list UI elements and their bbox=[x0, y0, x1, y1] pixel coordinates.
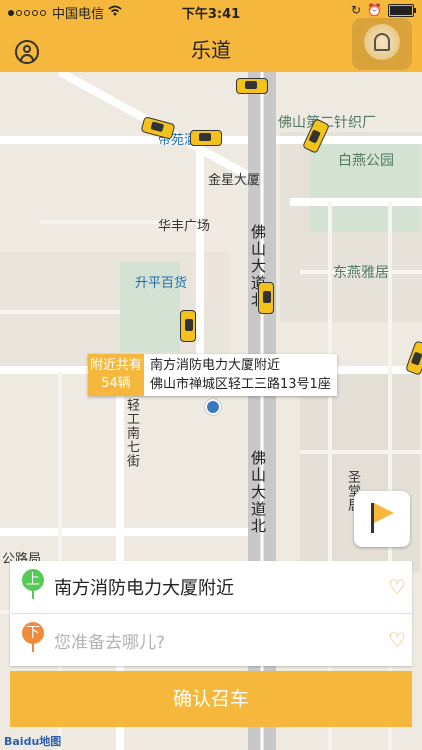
taxi-icon bbox=[258, 282, 274, 314]
pickup-field[interactable]: 上 南方消防电力大厦附近 ♡ bbox=[10, 561, 412, 613]
taxi-icon bbox=[190, 130, 222, 146]
nearby-count: 附近共有 54辆 bbox=[88, 354, 144, 396]
nearby-count-label: 附近共有 bbox=[89, 358, 142, 373]
user-icon[interactable] bbox=[15, 40, 39, 64]
bell-icon bbox=[374, 33, 390, 51]
heart-icon[interactable]: ♡ bbox=[388, 575, 406, 599]
location-address: 佛山市禅城区轻工三路13号1座 bbox=[150, 377, 331, 392]
baidu-map-logo: Baidu地图 bbox=[4, 735, 62, 748]
notification-button[interactable] bbox=[352, 18, 412, 70]
heart-icon[interactable]: ♡ bbox=[388, 628, 406, 652]
pickup-marker-icon: 上 bbox=[22, 569, 44, 599]
location-pin-icon bbox=[205, 399, 221, 415]
nearby-callout[interactable]: 附近共有 54辆 南方消防电力大厦附近 佛山市禅城区轻工三路13号1座 bbox=[88, 354, 337, 396]
taxi-icon bbox=[180, 310, 196, 342]
confirm-call-button[interactable]: 确认召车 bbox=[10, 671, 412, 727]
map-label-place: 华丰广场 bbox=[158, 219, 211, 234]
alarm-icon: ⏰ bbox=[367, 3, 382, 17]
taxi-icon bbox=[236, 78, 268, 94]
map-label-road: 轻工南七街 bbox=[124, 398, 139, 468]
location-info: 南方消防电力大厦附近 佛山市禅城区轻工三路13号1座 bbox=[144, 354, 337, 396]
destination-marker-icon: 下 bbox=[22, 622, 44, 652]
map-label-place: 升平百货 bbox=[135, 276, 188, 291]
destination-placeholder: 您准备去哪儿? bbox=[54, 633, 166, 653]
nearby-count-value: 54辆 bbox=[101, 376, 131, 391]
map-label-place: 东燕雅居 bbox=[333, 265, 389, 281]
flag-button[interactable] bbox=[354, 491, 410, 547]
flag-icon bbox=[374, 503, 394, 523]
lock-rotation-icon: ↻ bbox=[350, 3, 362, 17]
map-label-place: 白燕公园 bbox=[338, 153, 394, 169]
battery-icon bbox=[388, 3, 416, 17]
map-label-road: 佛山大道北 bbox=[249, 450, 267, 535]
pickup-address: 南方消防电力大厦附近 bbox=[54, 578, 234, 599]
map-label-place: 金星大厦 bbox=[208, 173, 261, 188]
location-name: 南方消防电力大厦附近 bbox=[150, 358, 281, 373]
destination-field[interactable]: 下 您准备去哪儿? ♡ bbox=[10, 613, 412, 666]
